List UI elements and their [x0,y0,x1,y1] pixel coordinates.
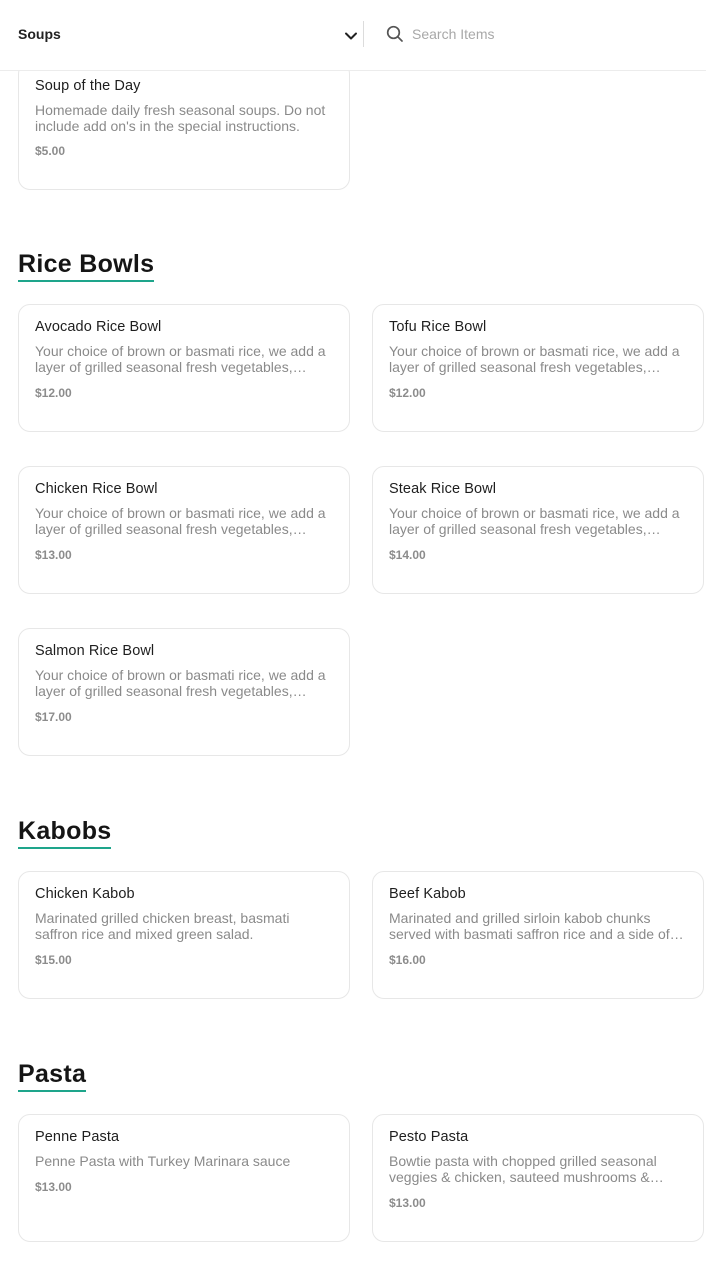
item-description: Bowtie pasta with chopped grilled season… [389,1153,657,1185]
menu-item-card[interactable]: Soup of the Day Homemade daily fresh sea… [18,62,350,190]
item-name: Beef Kabob [389,886,466,902]
item-price: $13.00 [35,1180,72,1194]
item-name: Chicken Rice Bowl [35,481,158,497]
section-title-kabobs: Kabobs [18,816,112,849]
item-name: Soup of the Day [35,78,141,94]
menu-item-card[interactable]: Salmon Rice Bowl Your choice of brown or… [18,628,350,756]
item-price: $5.00 [35,144,66,158]
item-description: Your choice of brown or basmati rice, we… [389,343,680,375]
section-title-pasta: Pasta [18,1059,87,1092]
item-price: $12.00 [35,386,72,400]
menu-item-card[interactable]: Steak Rice Bowl Your choice of brown or … [372,466,704,594]
menu-item-card[interactable]: Pesto Pasta Bowtie pasta with chopped gr… [372,1114,704,1242]
menu-item-card[interactable]: Chicken Rice Bowl Your choice of brown o… [18,466,350,594]
category-search-bar: Soups [0,0,706,71]
item-name: Tofu Rice Bowl [389,319,487,335]
section-title-rice-bowls: Rice Bowls [18,249,155,282]
item-name: Pesto Pasta [389,1129,469,1145]
category-selected-label: Soups [18,26,61,42]
item-name: Steak Rice Bowl [389,481,497,497]
item-price: $15.00 [35,953,72,967]
item-description: Your choice of brown or basmati rice, we… [389,505,680,537]
search-input[interactable] [412,22,692,46]
item-price: $16.00 [389,953,426,967]
item-price: $17.00 [35,710,72,724]
item-price: $12.00 [389,386,426,400]
item-description: Your choice of brown or basmati rice, we… [35,505,326,537]
item-description: Marinated and grilled sirloin kabob chun… [389,910,670,942]
item-price: $13.00 [35,548,72,562]
item-price: $13.00 [389,1196,426,1210]
chevron-down-icon [345,32,357,40]
item-name: Salmon Rice Bowl [35,643,155,659]
item-description: Marinated grilled chicken breast, basmat… [35,910,290,942]
item-description: Penne Pasta with Turkey Marinara sauce [35,1153,291,1169]
category-dropdown[interactable]: Soups [18,0,357,68]
item-name: Chicken Kabob [35,886,135,902]
menu-item-card[interactable]: Chicken Kabob Marinated grilled chicken … [18,871,350,999]
menu-item-card[interactable]: Tofu Rice Bowl Your choice of brown or b… [372,304,704,432]
item-name: Penne Pasta [35,1129,120,1145]
item-description: Your choice of brown or basmati rice, we… [35,667,326,699]
menu-item-card[interactable]: Avocado Rice Bowl Your choice of brown o… [18,304,350,432]
header-divider [363,21,364,47]
search-icon [386,25,403,42]
item-price: $14.00 [389,548,426,562]
menu-item-card[interactable]: Penne Pasta Penne Pasta with Turkey Mari… [18,1114,350,1242]
item-description: Your choice of brown or basmati rice, we… [35,343,326,375]
item-description: Homemade daily fresh seasonal soups. Do … [35,102,326,134]
item-name: Avocado Rice Bowl [35,319,162,335]
menu-item-card[interactable]: Beef Kabob Marinated and grilled sirloin… [372,871,704,999]
